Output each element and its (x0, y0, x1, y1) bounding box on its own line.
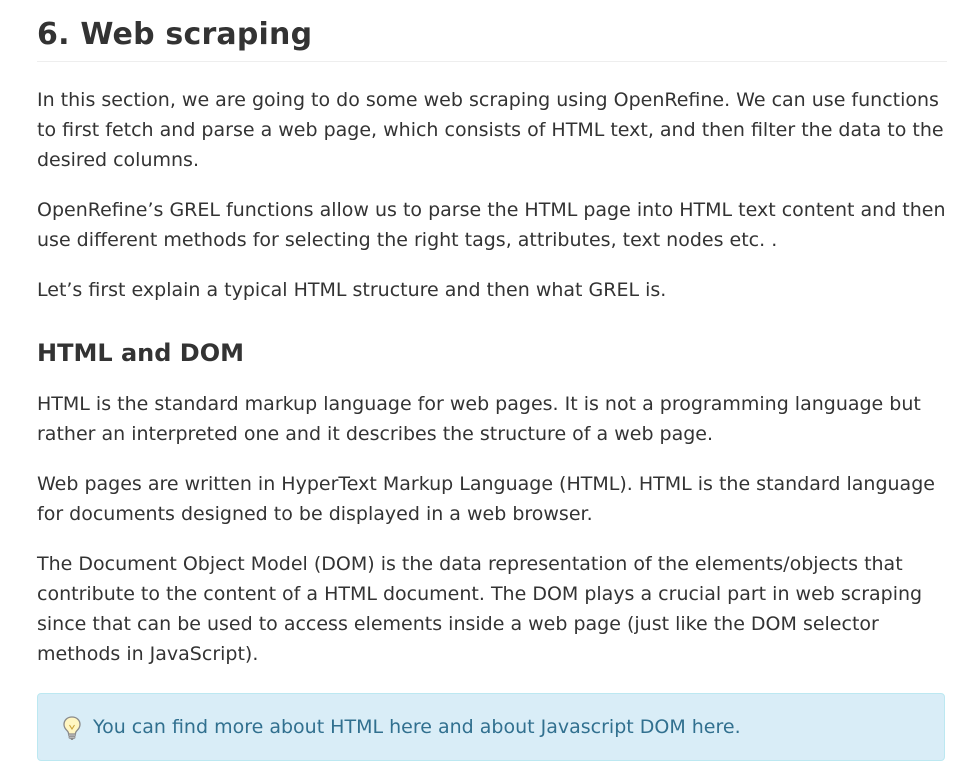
tip-text-after: . (734, 716, 741, 738)
main-content: 6. Web scraping In this section, we are … (37, 0, 947, 761)
section-title: 6. Web scraping (37, 17, 313, 52)
html-definition-paragraph: HTML is the standard markup language for… (37, 393, 921, 445)
javascript-dom-link[interactable]: here (692, 716, 735, 738)
intro-paragraph: In this section, we are going to do some… (37, 89, 944, 171)
dom-paragraph: The Document Object Model (DOM) is the d… (37, 553, 923, 665)
tip-text-before: You can find more about HTML (93, 716, 390, 738)
tip-callout: You can find more about HTML here and ab… (37, 693, 945, 761)
tip-text: You can find more about HTML here and ab… (61, 712, 741, 742)
lightbulb-icon (63, 715, 81, 740)
tip-text-middle: and about Javascript DOM (431, 716, 692, 738)
hypertext-paragraph: Web pages are written in HyperText Marku… (37, 473, 935, 525)
explain-paragraph: Let’s first explain a typical HTML struc… (37, 279, 667, 301)
grel-paragraph: OpenRefine’s GREL functions allow us to … (37, 199, 946, 251)
title-divider (37, 61, 947, 62)
subsection-title: HTML and DOM (37, 339, 245, 367)
html-link[interactable]: here (389, 716, 432, 738)
